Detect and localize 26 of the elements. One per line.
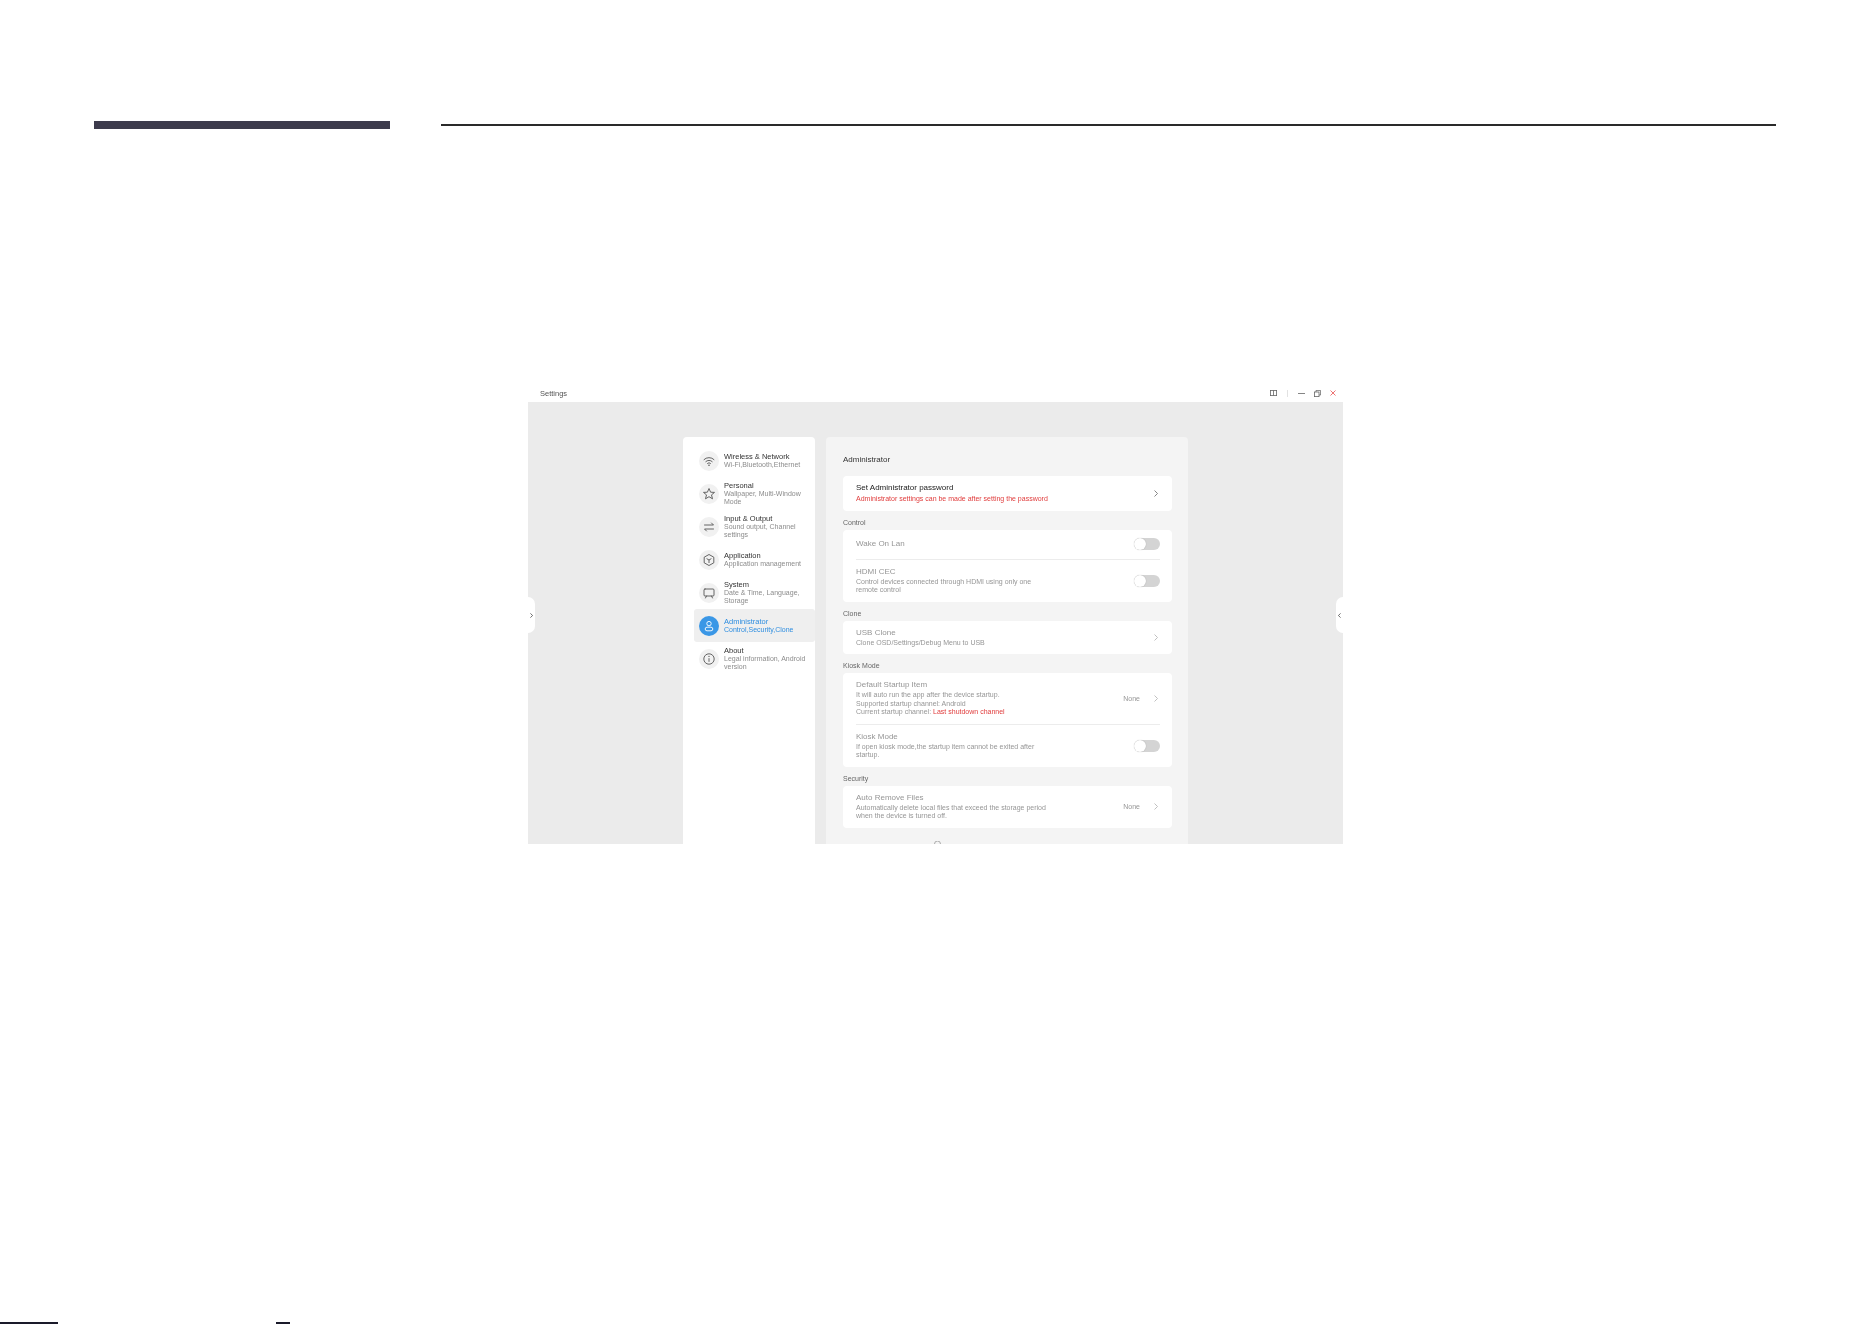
panel-icon[interactable] <box>1270 390 1277 396</box>
scroll-indicator-icon <box>933 841 941 844</box>
chevron-right-icon <box>530 612 533 618</box>
row-title: Default Startup Item <box>856 680 929 690</box>
close-icon[interactable] <box>1330 390 1336 396</box>
chevron-icon[interactable] <box>1154 694 1158 702</box>
arrows-icon <box>699 516 719 537</box>
row-title: HDMI CEC <box>856 566 897 577</box>
chevron-icon[interactable] <box>1154 633 1158 641</box>
side-handle[interactable] <box>528 597 535 633</box>
info-icon <box>699 648 719 669</box>
chevron-left-icon <box>1338 612 1341 618</box>
row-title: Auto Remove Files <box>856 792 925 803</box>
row-title: Wake On Lan <box>856 539 906 549</box>
row-title: Kiosk Mode <box>856 731 899 742</box>
restore-icon[interactable] <box>1314 389 1321 397</box>
minimize-icon[interactable] <box>1298 392 1305 394</box>
wifi-icon <box>699 450 719 471</box>
chevron-icon[interactable] <box>1154 489 1158 497</box>
chevron-icon[interactable] <box>1154 803 1158 810</box>
page-title: Administrator <box>843 455 892 465</box>
row-title: USB Clone <box>856 627 897 638</box>
person-icon <box>699 615 719 636</box>
row-title: Set Administrator password <box>856 483 955 493</box>
monitor-icon <box>699 582 719 603</box>
side-handle[interactable] <box>1336 597 1343 633</box>
